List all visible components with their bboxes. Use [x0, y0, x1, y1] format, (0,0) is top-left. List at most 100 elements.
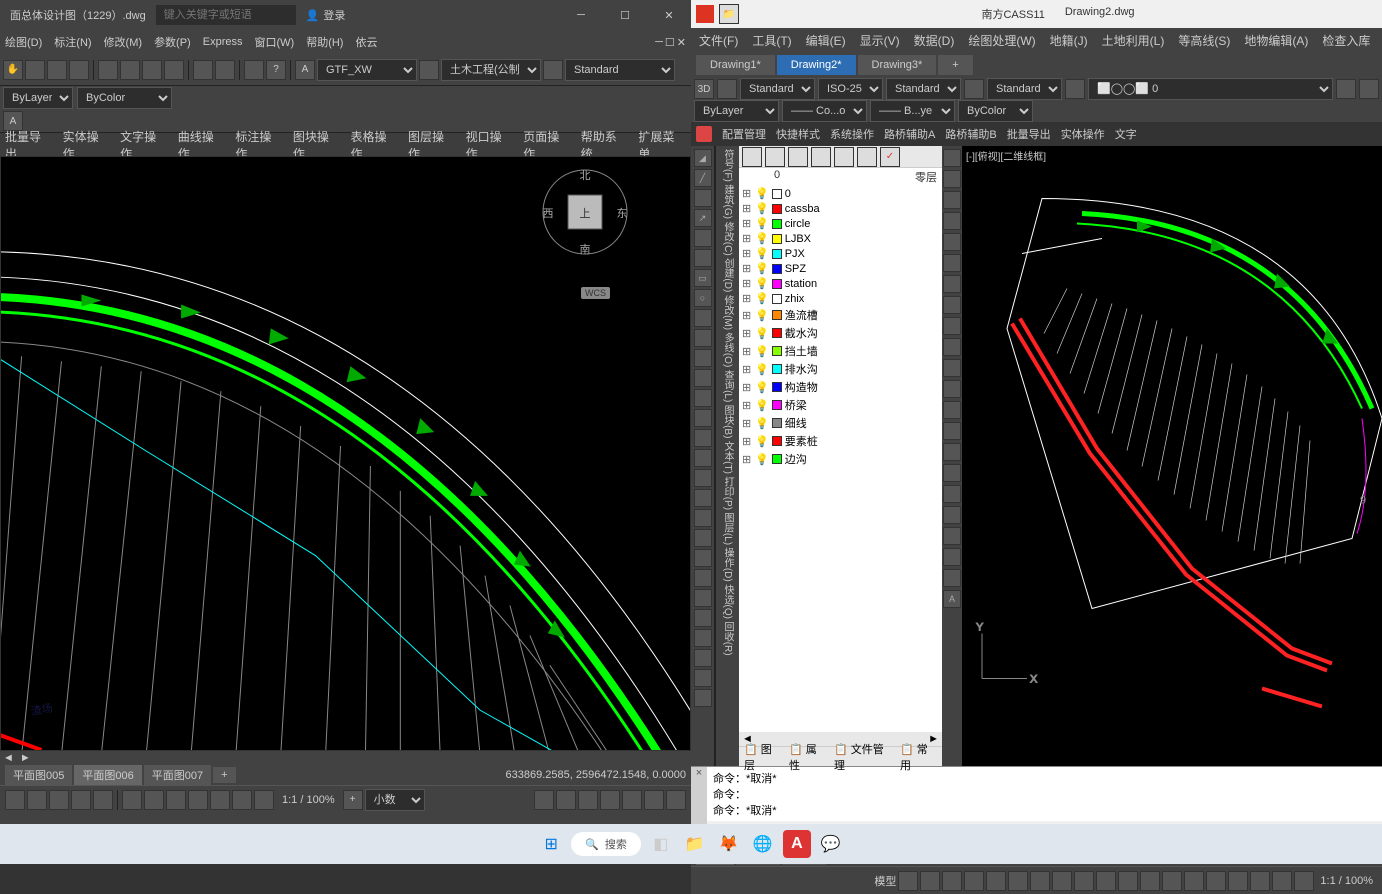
ribbon-item[interactable]: 配置管理 — [722, 126, 766, 142]
layer-item[interactable]: ⊞💡渔流槽 — [739, 306, 942, 324]
help-icon[interactable]: ? — [266, 60, 286, 80]
doc-tab[interactable]: Drawing3* — [858, 55, 937, 75]
tool-icon[interactable] — [943, 296, 961, 314]
status-icon[interactable] — [1118, 871, 1138, 891]
menu-item[interactable]: Express — [203, 36, 243, 48]
layer-tool-icon[interactable] — [788, 147, 808, 167]
text-icon[interactable]: A — [943, 590, 961, 608]
status-icon[interactable] — [1184, 871, 1204, 891]
menu-item[interactable]: 地物编辑(A) — [1244, 32, 1308, 49]
taskbar-search[interactable]: 🔍 搜索 — [571, 832, 641, 856]
doc-tab[interactable]: Drawing1* — [696, 55, 775, 75]
layer-select[interactable]: ByLayer — [3, 87, 73, 109]
status-icon[interactable] — [254, 790, 274, 810]
tool-icon[interactable] — [694, 389, 712, 407]
menu-item[interactable]: 文件(F) — [699, 32, 738, 49]
layer-item[interactable]: ⊞💡LJBX — [739, 231, 942, 246]
tool-icon[interactable] — [120, 60, 140, 80]
std-select2[interactable]: Standard — [886, 78, 961, 100]
layer-check-icon[interactable]: ✓ — [880, 147, 900, 167]
status-icon[interactable] — [1074, 871, 1094, 891]
menu-item[interactable]: 显示(V) — [860, 32, 900, 49]
tool-icon[interactable] — [943, 338, 961, 356]
menu-item[interactable]: 绘图(D) — [5, 34, 42, 50]
tool-icon[interactable] — [694, 249, 712, 267]
start-button[interactable]: ⊞ — [537, 830, 565, 858]
tool-icon[interactable] — [943, 170, 961, 188]
layer-item[interactable]: ⊞💡挡土墙 — [739, 342, 942, 360]
tool-icon[interactable] — [543, 60, 563, 80]
tool-icon[interactable] — [943, 149, 961, 167]
color-select[interactable]: ByColor — [958, 100, 1033, 122]
model-indicator[interactable]: 模型 — [874, 873, 896, 889]
tool-icon[interactable] — [694, 189, 712, 207]
tool-icon[interactable] — [694, 669, 712, 687]
ribbon-item[interactable]: 实体操作 — [1061, 126, 1105, 142]
status-icon[interactable] — [232, 790, 252, 810]
tool-icon[interactable] — [694, 429, 712, 447]
color-select[interactable]: ByColor — [77, 87, 172, 109]
ribbon-item[interactable]: 文字 — [1115, 126, 1137, 142]
left-drawing-canvas[interactable]: 渣场 上 北 南 东 西 WCS — [0, 156, 691, 751]
rect-icon[interactable]: ▭ — [694, 269, 712, 287]
status-icon[interactable] — [1140, 871, 1160, 891]
status-icon[interactable] — [1030, 871, 1050, 891]
viewcube[interactable]: 上 北 南 东 西 — [540, 167, 630, 257]
layer-filter[interactable]: ⬜◯◯⬜ 0 — [1088, 78, 1333, 100]
tool-icon[interactable] — [244, 60, 264, 80]
status-icon[interactable] — [1052, 871, 1072, 891]
tool-icon[interactable] — [694, 449, 712, 467]
menu-item[interactable]: 绘图处理(W) — [968, 32, 1035, 49]
tool-icon[interactable] — [694, 649, 712, 667]
status-icon[interactable] — [71, 790, 91, 810]
status-icon[interactable] — [49, 790, 69, 810]
status-icon[interactable] — [578, 790, 598, 810]
menu-item[interactable]: 标注(N) — [54, 34, 91, 50]
right-drawing-canvas[interactable]: [-][俯视][二维线框] — [962, 146, 1382, 766]
tool-icon[interactable] — [47, 60, 67, 80]
layer-item[interactable]: ⊞💡边沟 — [739, 450, 942, 468]
status-icon[interactable] — [1250, 871, 1270, 891]
layer-item[interactable]: ⊞💡PJX — [739, 246, 942, 261]
prop-icon[interactable] — [1065, 79, 1085, 99]
tool-icon[interactable] — [694, 469, 712, 487]
text-icon[interactable]: A — [295, 60, 315, 80]
layer-tool-icon[interactable] — [811, 147, 831, 167]
line-icon[interactable]: ╱ — [694, 169, 712, 187]
status-icon[interactable] — [27, 790, 47, 810]
tool-icon[interactable] — [98, 60, 118, 80]
layer-item[interactable]: ⊞💡构造物 — [739, 378, 942, 396]
tool-icon[interactable] — [694, 569, 712, 587]
tool-icon[interactable]: ◢ — [694, 149, 712, 167]
menu-item[interactable]: 依云 — [355, 34, 377, 50]
tool-icon[interactable] — [943, 548, 961, 566]
tool-icon[interactable] — [694, 529, 712, 547]
tool-icon[interactable] — [694, 549, 712, 567]
doc-close-icon[interactable]: ✕ — [677, 36, 686, 49]
menu-item[interactable]: 修改(M) — [104, 34, 143, 50]
tool-icon[interactable] — [943, 422, 961, 440]
doc-tab-active[interactable]: Drawing2* — [777, 55, 856, 75]
tool-icon[interactable] — [694, 489, 712, 507]
status-icon[interactable] — [122, 790, 142, 810]
tool-icon[interactable] — [69, 60, 89, 80]
tool-icon[interactable] — [943, 464, 961, 482]
add-tab-button[interactable]: + — [213, 767, 235, 783]
wcs-badge[interactable]: WCS — [581, 287, 610, 299]
tool-icon[interactable] — [943, 401, 961, 419]
doc-max-icon[interactable]: ☐ — [665, 36, 675, 49]
tool-icon[interactable] — [694, 409, 712, 427]
std-select3[interactable]: Standard — [987, 78, 1062, 100]
tool-icon[interactable] — [943, 254, 961, 272]
layer-item[interactable]: ⊞💡circle — [739, 216, 942, 231]
std-select[interactable]: Standard — [740, 78, 815, 100]
taskview-icon[interactable]: ◧ — [647, 830, 675, 858]
status-icon[interactable] — [622, 790, 642, 810]
status-icon[interactable] — [210, 790, 230, 810]
tool-icon[interactable] — [943, 233, 961, 251]
lineweight-select[interactable]: —— B...ye — [870, 100, 955, 122]
layer-item[interactable]: ⊞💡zhix — [739, 291, 942, 306]
tool-icon[interactable] — [142, 60, 162, 80]
tool-icon[interactable] — [694, 629, 712, 647]
tool-icon[interactable] — [943, 317, 961, 335]
